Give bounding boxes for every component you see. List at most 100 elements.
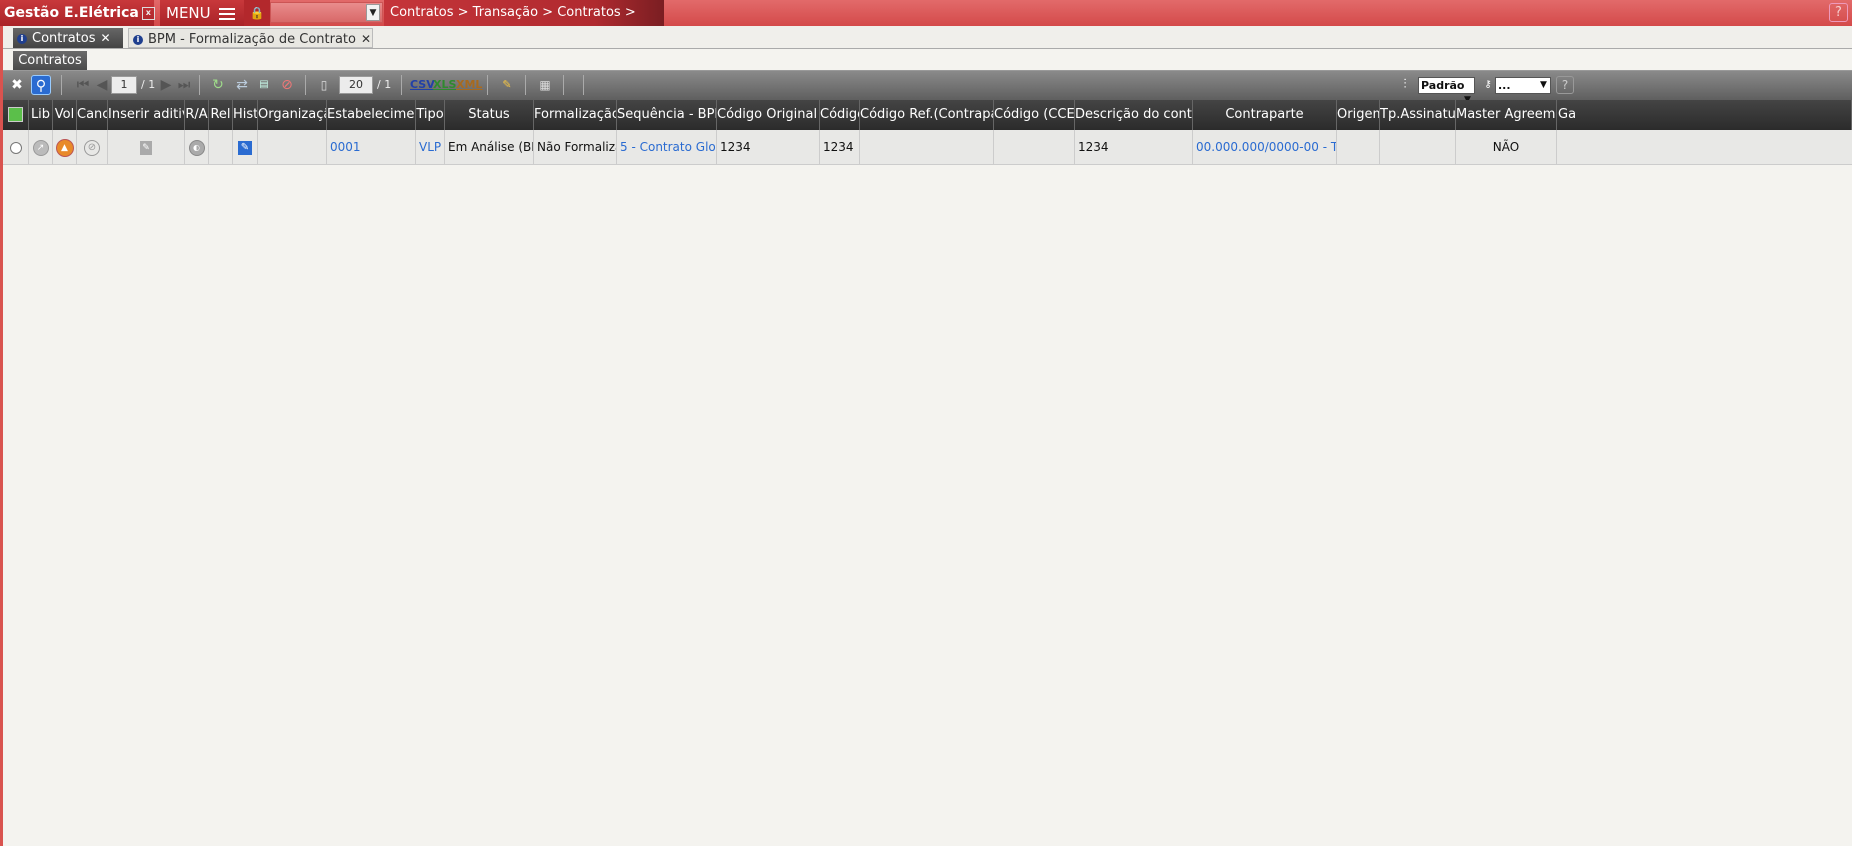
header-codigo-original-label: Código Original xyxy=(717,107,818,122)
view-select[interactable]: Padrão▼ xyxy=(1418,77,1475,105)
header-origem[interactable]: Origem xyxy=(1337,100,1380,130)
page-size-icon: ▯ xyxy=(320,78,328,92)
contraparte-link[interactable]: 00.000.000/0000-00 - TESTE xyxy=(1193,130,1337,165)
app-title: Gestão E.Elétrica xyxy=(4,5,139,21)
tab-contratos[interactable]: i Contratos ✕ xyxy=(13,28,123,48)
header-codigo-ref[interactable]: Código Ref.(Contraparte) xyxy=(860,100,994,130)
app-brand[interactable]: Gestão E.Elétrica x xyxy=(0,0,155,26)
vol-button[interactable]: ▲ xyxy=(53,130,77,165)
header-master-agreement[interactable]: Master Agreement xyxy=(1456,100,1557,130)
menu-label: MENU xyxy=(166,4,211,22)
sliders-icon[interactable]: ⫶ xyxy=(1395,75,1415,95)
hamburger-icon xyxy=(219,7,236,20)
header-estabelecimento[interactable]: Estabelecimento xyxy=(327,100,416,130)
chevron-down-icon: ▼ xyxy=(1540,80,1547,90)
ra-icon: ◐ xyxy=(188,139,205,156)
xml-export-button[interactable]: XML xyxy=(456,75,482,95)
divider xyxy=(525,75,526,95)
history-edit-icon: ✎ xyxy=(238,140,252,155)
ra-button[interactable]: ◐ xyxy=(185,130,209,165)
header-descricao[interactable]: Descrição do contrato xyxy=(1075,100,1193,130)
edit-document-icon: ✎ xyxy=(140,140,152,155)
close-icon[interactable]: ✕ xyxy=(361,32,371,46)
help-icon[interactable]: ? xyxy=(1556,76,1574,94)
breadcrumb[interactable]: Contratos > Transação > Contratos > xyxy=(384,0,664,26)
release-icon: ↗ xyxy=(32,139,49,156)
export-icon[interactable]: ⇄ xyxy=(232,75,252,95)
status-cell: Em Análise (BPM) xyxy=(445,130,534,165)
header-inserir-aditivo[interactable]: Inserir aditivo xyxy=(108,100,185,130)
divider xyxy=(305,75,306,95)
divider xyxy=(583,75,584,95)
codigo-ccee-cell xyxy=(994,130,1075,165)
last-page-icon[interactable]: ⏭ xyxy=(174,75,194,95)
key-icon: ⚷ xyxy=(1484,79,1492,90)
select-column-header[interactable] xyxy=(3,100,29,130)
header-vol[interactable]: Vol xyxy=(53,100,77,130)
xml-config-icon[interactable]: ✎ xyxy=(497,75,517,95)
close-icon[interactable]: ✕ xyxy=(101,31,111,45)
codigo-original-cell: 1234 xyxy=(717,130,820,165)
refresh-icon[interactable]: ↻ xyxy=(208,75,228,95)
tools-icon[interactable]: ✖ xyxy=(7,75,27,95)
view-select-value: Padrão xyxy=(1421,79,1465,92)
header-codigo[interactable]: Código xyxy=(820,100,860,130)
header-status[interactable]: Status xyxy=(445,100,534,130)
header-tipo[interactable]: Tipo xyxy=(416,100,445,130)
header-rel[interactable]: Rel xyxy=(209,100,233,130)
header-formalizacao[interactable]: Formalização xyxy=(534,100,617,130)
first-page-icon[interactable]: ⏮ xyxy=(73,75,93,95)
tab-label: BPM - Formalização de Contrato xyxy=(148,32,356,47)
csv-export-button[interactable]: CSV xyxy=(410,75,435,95)
header-lib[interactable]: Lib xyxy=(29,100,53,130)
filter-select-value: ... xyxy=(1498,79,1511,92)
header-sequencia-bpm[interactable]: Sequência - BPM xyxy=(617,100,717,130)
inserir-aditivo-button[interactable]: ✎ xyxy=(108,130,185,165)
header-ra[interactable]: R/A xyxy=(185,100,209,130)
header-codigo-original[interactable]: Código Original⌕ xyxy=(717,100,820,130)
descricao-cell: 1234 xyxy=(1075,130,1193,165)
clear-filter-icon[interactable]: ⊘ xyxy=(277,75,297,95)
next-page-icon[interactable]: ▶ xyxy=(156,75,176,95)
row-select-radio[interactable] xyxy=(3,130,29,165)
header-contraparte[interactable]: Contraparte xyxy=(1193,100,1337,130)
search-icon[interactable]: ⚲ xyxy=(31,75,51,95)
subtab-contratos[interactable]: Contratos xyxy=(13,51,87,70)
header-hist[interactable]: Hist xyxy=(233,100,258,130)
formalizacao-cell: Não Formalizado xyxy=(534,130,617,165)
filter-select[interactable]: ... ▼ xyxy=(1495,77,1551,94)
header-organizacao[interactable]: Organização xyxy=(258,100,327,130)
header-tp-assinatura[interactable]: Tp.Assinatura xyxy=(1380,100,1456,130)
document-icon[interactable]: ▤ xyxy=(254,75,274,95)
xls-export-button[interactable]: XLS xyxy=(433,75,456,95)
header-codigo-ccee[interactable]: Código (CCEE) xyxy=(994,100,1075,130)
prev-page-icon[interactable]: ◀ xyxy=(92,75,112,95)
chevron-down-icon: ▼ xyxy=(366,4,380,21)
tab-label: Contratos xyxy=(32,31,96,46)
hist-button[interactable]: ✎ xyxy=(233,130,258,165)
estabelecimento-link[interactable]: 0001 xyxy=(327,130,416,165)
lib-button[interactable]: ↗ xyxy=(29,130,53,165)
menu-button[interactable]: MENU xyxy=(160,0,244,26)
header-ga[interactable]: Ga xyxy=(1557,100,1852,130)
canc-button[interactable]: ⊘ xyxy=(77,130,108,165)
origem-cell xyxy=(1337,130,1380,165)
info-icon: i xyxy=(133,34,143,45)
page-size-total: / 1 xyxy=(377,78,392,91)
lock-icon[interactable]: 🔒 xyxy=(244,0,270,26)
page-input[interactable]: 1 xyxy=(111,76,137,94)
tab-bpm-formalizacao[interactable]: i BPM - Formalização de Contrato ✕ xyxy=(128,28,373,48)
layout-icon[interactable]: ▦ xyxy=(535,75,555,95)
codigo-ref-cell xyxy=(860,130,994,165)
module-select[interactable]: ▼ xyxy=(270,2,383,23)
info-icon: i xyxy=(17,33,27,44)
page-total: / 1 xyxy=(141,78,156,91)
brand-close-icon[interactable]: x xyxy=(141,6,155,20)
divider xyxy=(199,75,200,95)
page-size-input[interactable]: 20 xyxy=(339,76,373,94)
header-canc[interactable]: Canc xyxy=(77,100,108,130)
radio-icon xyxy=(9,141,22,154)
tipo-link[interactable]: VLP xyxy=(416,130,445,165)
help-icon[interactable]: ? xyxy=(1829,3,1848,22)
sequencia-link[interactable]: 5 - Contrato Glorian xyxy=(617,130,717,165)
